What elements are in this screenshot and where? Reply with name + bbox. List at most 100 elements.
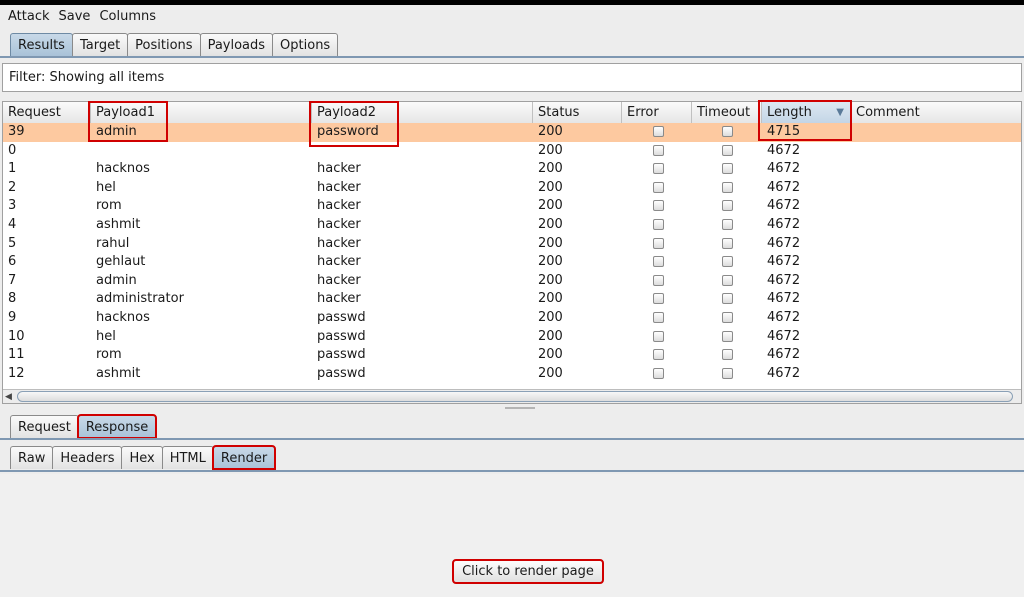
error-checkbox[interactable] — [653, 126, 664, 137]
table-row[interactable]: 11 rom passwd 200 4672 — [3, 346, 1021, 365]
cell-status: 200 — [538, 309, 563, 325]
timeout-checkbox[interactable] — [722, 218, 733, 230]
cell-request: 2 — [8, 179, 17, 195]
menu-attack[interactable]: Attack — [8, 9, 50, 24]
error-checkbox[interactable] — [653, 274, 664, 286]
cell-length: 4672 — [767, 179, 801, 195]
detail-tab-bar: Request Response — [10, 414, 158, 439]
timeout-checkbox[interactable] — [722, 349, 733, 361]
column-header-request[interactable]: Request — [3, 102, 91, 123]
tab-results[interactable]: Results — [10, 33, 73, 56]
cell-length: 4672 — [767, 347, 801, 363]
table-row[interactable]: 5 rahul hacker 200 4672 — [3, 235, 1021, 254]
cell-status: 200 — [538, 291, 563, 307]
timeout-checkbox[interactable] — [722, 311, 733, 323]
table-row[interactable]: 3 rom hacker 200 4672 — [3, 197, 1021, 216]
cell-payload2: passwd — [317, 347, 366, 363]
table-row[interactable]: 1 hacknos hacker 200 4672 — [3, 160, 1021, 179]
highlight-payload2 — [309, 101, 399, 147]
table-row[interactable]: 2 hel hacker 200 4672 — [3, 179, 1021, 198]
cell-request: 5 — [8, 235, 17, 251]
timeout-checkbox[interactable] — [722, 256, 733, 268]
timeout-checkbox[interactable] — [722, 181, 733, 193]
tab-target[interactable]: Target — [71, 33, 129, 56]
horizontal-scrollbar[interactable]: ◀ — [3, 389, 1021, 403]
table-row[interactable]: 7 admin hacker 200 4672 — [3, 272, 1021, 291]
cell-status: 200 — [538, 216, 563, 232]
column-header-error[interactable]: Error — [622, 102, 692, 123]
timeout-checkbox[interactable] — [722, 293, 733, 305]
timeout-checkbox[interactable] — [722, 144, 733, 156]
table-row[interactable]: 12 ashmit passwd 200 4672 — [3, 365, 1021, 384]
cell-request: 11 — [8, 347, 25, 363]
tab-hex[interactable]: Hex — [121, 446, 163, 469]
cell-payload2: hacker — [317, 161, 361, 177]
cell-length: 4672 — [767, 309, 801, 325]
cell-length: 4672 — [767, 328, 801, 344]
cell-request: 3 — [8, 198, 17, 214]
cell-payload1: rom — [96, 198, 122, 214]
tab-html[interactable]: HTML — [161, 446, 214, 469]
table-row[interactable]: 0 200 4672 — [3, 142, 1021, 161]
table-row[interactable]: 6 gehlaut hacker 200 4672 — [3, 253, 1021, 272]
filter-bar[interactable]: Filter: Showing all items — [2, 63, 1022, 92]
error-checkbox[interactable] — [653, 144, 664, 156]
view-tab-underline — [0, 470, 1024, 472]
error-checkbox[interactable] — [653, 293, 664, 305]
cell-request: 0 — [8, 142, 17, 158]
tab-request[interactable]: Request — [10, 415, 79, 438]
cell-payload2: passwd — [317, 365, 366, 381]
cell-payload2: passwd — [317, 328, 366, 344]
cell-payload1: hacknos — [96, 309, 150, 325]
splitter-grip[interactable] — [505, 407, 535, 409]
menu-columns[interactable]: Columns — [99, 9, 156, 24]
tab-options[interactable]: Options — [272, 33, 339, 56]
render-page-button[interactable]: Click to render page — [452, 559, 604, 584]
scrollbar-thumb[interactable] — [17, 391, 1013, 402]
table-row[interactable]: 9 hacknos passwd 200 4672 — [3, 309, 1021, 328]
cell-payload1: hel — [96, 179, 116, 195]
tab-response[interactable]: Response — [76, 414, 158, 439]
timeout-checkbox[interactable] — [722, 367, 733, 379]
error-checkbox[interactable] — [653, 311, 664, 323]
error-checkbox[interactable] — [653, 256, 664, 268]
error-checkbox[interactable] — [653, 349, 664, 361]
cell-status: 200 — [538, 161, 563, 177]
tab-raw[interactable]: Raw — [10, 446, 54, 469]
cell-request: 4 — [8, 216, 17, 232]
error-checkbox[interactable] — [653, 181, 664, 193]
cell-length: 4672 — [767, 254, 801, 270]
error-checkbox[interactable] — [653, 330, 664, 342]
column-header-timeout[interactable]: Timeout — [692, 102, 762, 123]
error-checkbox[interactable] — [653, 163, 664, 175]
cell-length: 4672 — [767, 216, 801, 232]
tab-headers[interactable]: Headers — [52, 446, 123, 469]
timeout-checkbox[interactable] — [722, 237, 733, 249]
table-row[interactable]: 8 administrator hacker 200 4672 — [3, 290, 1021, 309]
column-header-comment[interactable]: Comment — [851, 102, 1021, 123]
error-checkbox[interactable] — [653, 237, 664, 249]
tab-positions[interactable]: Positions — [127, 33, 201, 56]
timeout-checkbox[interactable] — [722, 200, 733, 212]
error-checkbox[interactable] — [653, 200, 664, 212]
timeout-checkbox[interactable] — [722, 163, 733, 175]
menu-save[interactable]: Save — [59, 9, 91, 24]
tab-payloads[interactable]: Payloads — [199, 33, 274, 56]
main-tab-bar: Results Target Positions Payloads Option… — [10, 33, 339, 56]
timeout-checkbox[interactable] — [722, 330, 733, 342]
table-row[interactable]: 4 ashmit hacker 200 4672 — [3, 216, 1021, 235]
cell-length: 4672 — [767, 365, 801, 381]
timeout-checkbox[interactable] — [722, 274, 733, 286]
cell-status: 200 — [538, 272, 563, 288]
pane-splitter[interactable] — [0, 404, 1024, 412]
error-checkbox[interactable] — [653, 218, 664, 230]
scroll-left-icon[interactable]: ◀ — [5, 390, 12, 403]
cell-payload1: ashmit — [96, 216, 141, 232]
tab-render[interactable]: Render — [211, 445, 277, 470]
timeout-checkbox[interactable] — [722, 126, 733, 137]
column-header-status[interactable]: Status — [533, 102, 622, 123]
error-checkbox[interactable] — [653, 367, 664, 379]
cell-request: 10 — [8, 328, 25, 344]
table-row[interactable]: 10 hel passwd 200 4672 — [3, 328, 1021, 347]
cell-status: 200 — [538, 328, 563, 344]
